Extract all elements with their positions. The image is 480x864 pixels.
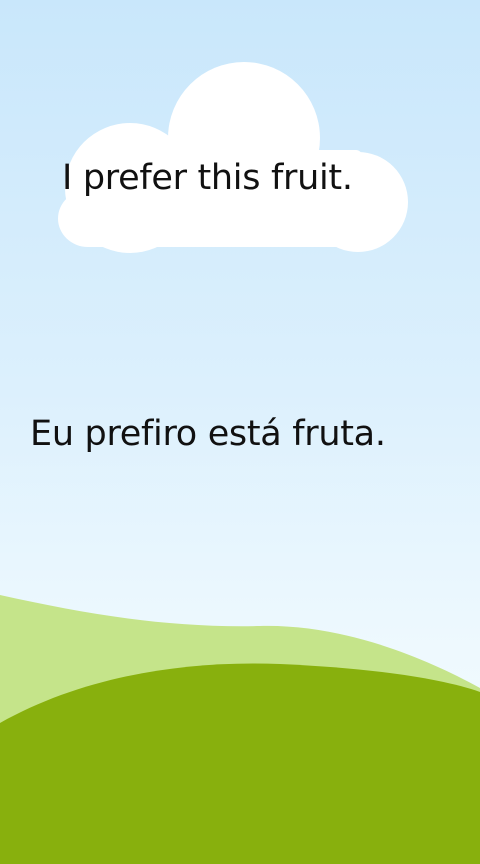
english-sentence: I prefer this fruit. (62, 158, 353, 198)
portuguese-sentence: Eu prefiro está fruta. (30, 414, 386, 454)
grass-hills-icon (0, 595, 480, 864)
cloud-icon (58, 62, 408, 253)
lesson-scene: I prefer this fruit. Eu prefiro está fru… (0, 0, 480, 864)
front-hill (0, 663, 480, 864)
